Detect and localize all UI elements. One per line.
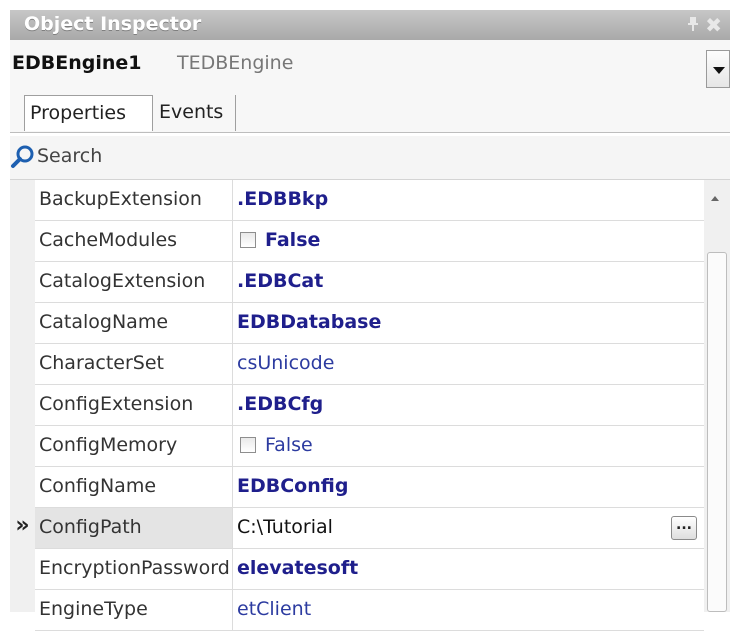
tab-events[interactable]: Events xyxy=(154,95,236,131)
property-value: .EDBBkp xyxy=(237,188,329,210)
property-row[interactable]: CatalogName EDBDatabase xyxy=(35,303,704,344)
property-name: BackupExtension xyxy=(39,188,202,210)
property-value-cell[interactable]: .EDBCat xyxy=(232,262,705,302)
property-name: EngineType xyxy=(39,598,148,620)
property-name: CatalogExtension xyxy=(39,270,206,292)
search-icon xyxy=(10,144,36,170)
property-row[interactable]: ConfigPath C:\Tutorial... xyxy=(35,508,704,549)
property-value-cell[interactable]: False xyxy=(232,221,705,261)
property-checkbox[interactable] xyxy=(240,232,256,248)
property-value-cell[interactable]: csUnicode xyxy=(232,344,705,384)
property-value: False xyxy=(265,229,321,251)
pin-icon[interactable] xyxy=(688,16,698,31)
property-value: EDBDatabase xyxy=(237,311,382,333)
ellipsis-button[interactable]: ... xyxy=(671,516,697,540)
close-icon[interactable]: ✖ xyxy=(705,13,722,37)
window-title: Object Inspector xyxy=(24,13,202,35)
property-name: CatalogName xyxy=(39,311,169,333)
grid-gutter xyxy=(10,180,35,612)
property-value[interactable]: C:\Tutorial xyxy=(237,516,333,538)
component-dropdown-button[interactable] xyxy=(706,50,730,88)
component-type: TEDBEngine xyxy=(177,52,294,74)
component-name: EDBEngine1 xyxy=(12,52,142,74)
property-row[interactable]: BackupExtension .EDBBkp xyxy=(35,180,704,221)
property-name: ConfigExtension xyxy=(39,393,194,415)
property-name: ConfigName xyxy=(39,475,157,497)
property-name: EncryptionPassword xyxy=(39,557,230,579)
scroll-up-icon[interactable] xyxy=(711,196,719,201)
property-value-cell[interactable]: False xyxy=(232,426,705,466)
property-value-cell[interactable]: elevatesoft xyxy=(232,549,705,589)
property-grid: BackupExtension .EDBBkp CacheModules False C… xyxy=(10,180,730,631)
property-row[interactable]: EncryptionPassword elevatesoft xyxy=(35,549,704,590)
property-value: etClient xyxy=(237,598,312,620)
scrollbar-thumb[interactable] xyxy=(707,252,727,612)
property-value-cell[interactable]: .EDBCfg xyxy=(232,385,705,425)
property-row[interactable]: CacheModules False xyxy=(35,221,704,262)
search-bar[interactable]: Search xyxy=(10,136,730,180)
property-row[interactable]: CatalogExtension .EDBCat xyxy=(35,262,704,303)
property-name: ConfigMemory xyxy=(39,434,178,456)
component-selector[interactable]: EDBEngine1 TEDBEngine xyxy=(10,40,730,92)
property-name: CacheModules xyxy=(39,229,178,251)
chevron-down-icon xyxy=(713,67,725,74)
property-value-cell[interactable]: C:\Tutorial... xyxy=(232,508,705,548)
property-row[interactable]: EngineType etClient xyxy=(35,590,704,631)
property-value-cell[interactable]: EDBConfig xyxy=(232,467,705,507)
property-value: csUnicode xyxy=(237,352,335,374)
property-value: False xyxy=(265,434,313,456)
tab-properties[interactable]: Properties xyxy=(24,95,153,131)
selected-row-marker: » xyxy=(15,513,30,538)
property-row[interactable]: ConfigMemory False xyxy=(35,426,704,467)
search-input[interactable]: Search xyxy=(37,145,102,167)
property-value-cell[interactable]: EDBDatabase xyxy=(232,303,705,343)
vertical-scrollbar[interactable] xyxy=(704,180,730,612)
property-value-cell[interactable]: .EDBBkp xyxy=(232,180,705,220)
tab-bar: Properties Events xyxy=(10,92,730,133)
property-value-cell[interactable]: etClient xyxy=(232,590,705,630)
property-value: EDBConfig xyxy=(237,475,349,497)
property-name: ConfigPath xyxy=(39,516,142,538)
title-bar: Object Inspector ✖ xyxy=(10,10,730,40)
property-checkbox[interactable] xyxy=(240,437,256,453)
property-name: CharacterSet xyxy=(39,352,165,374)
property-value: .EDBCfg xyxy=(237,393,324,415)
property-row[interactable]: CharacterSet csUnicode xyxy=(35,344,704,385)
property-value: elevatesoft xyxy=(237,557,359,579)
property-value: .EDBCat xyxy=(237,270,324,292)
property-row[interactable]: ConfigName EDBConfig xyxy=(35,467,704,508)
property-row[interactable]: ConfigExtension .EDBCfg xyxy=(35,385,704,426)
